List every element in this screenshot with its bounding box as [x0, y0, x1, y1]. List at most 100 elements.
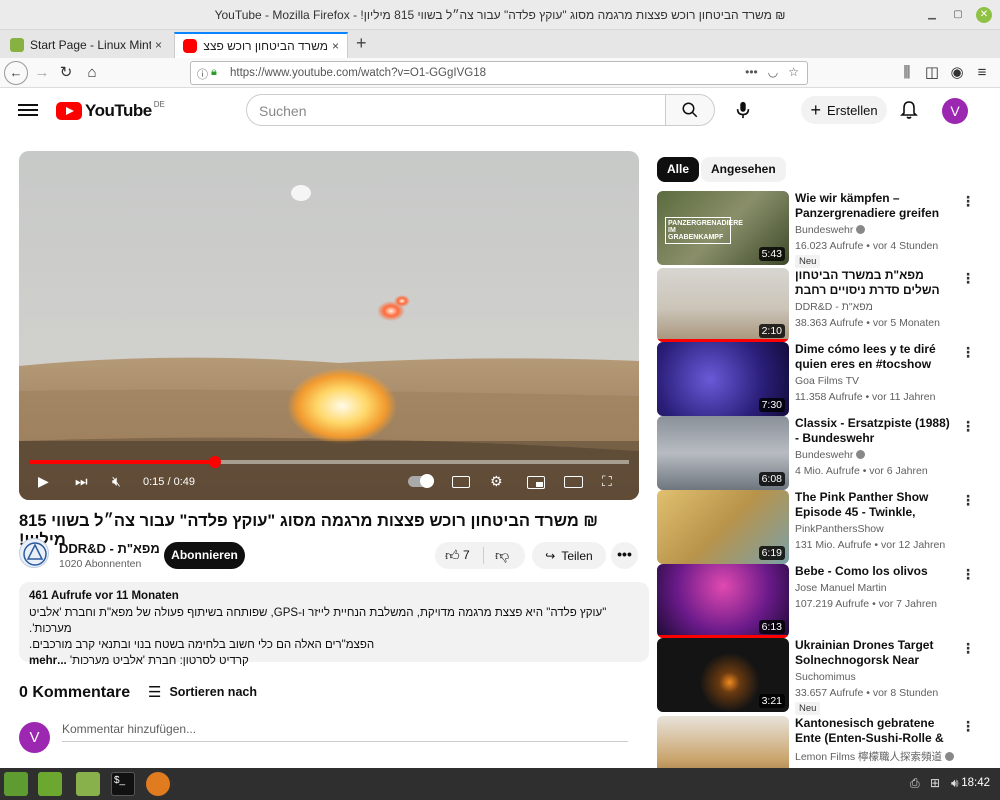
autoplay-toggle[interactable]	[408, 474, 434, 488]
recommendation-meta: 4 Mio. Aufrufe • vor 6 Jahren	[795, 465, 928, 477]
recommendation-title[interactable]: Ukrainian Drones Target Solnechnogorsk N…	[795, 638, 955, 668]
close-tab-icon[interactable]: ×	[332, 39, 339, 53]
page-actions-icon[interactable]: •••	[745, 65, 758, 79]
recommendation-item[interactable]: Kantonesisch gebratene Ente (Enten-Sushi…	[657, 716, 977, 768]
video-thumbnail[interactable]: 6:13	[657, 564, 789, 638]
show-more-link[interactable]: ...mehr	[29, 655, 67, 667]
like-icon[interactable]: 👍︎	[445, 547, 460, 564]
close-tab-icon[interactable]: ×	[155, 38, 162, 52]
terminal-icon[interactable]: $_	[111, 772, 135, 796]
menu-icon[interactable]: ≡	[970, 62, 994, 84]
recommendation-title[interactable]: Kantonesisch gebratene Ente (Enten-Sushi…	[795, 716, 955, 746]
recommendation-item[interactable]: 6:13 Bebe - Como los olivos Jose Manuel …	[657, 564, 977, 638]
share-button[interactable]: ↪ Teilen	[532, 542, 606, 569]
more-options-icon[interactable]: ⋮	[961, 344, 975, 361]
video-thumbnail[interactable]: 3:21	[657, 638, 789, 712]
theater-mode-icon[interactable]	[564, 476, 583, 488]
recommendation-title[interactable]: Bebe - Como los olivos	[795, 564, 955, 579]
files-icon[interactable]	[76, 772, 100, 796]
close-window-button[interactable]: ✕	[976, 7, 992, 23]
pocket-icon[interactable]: ◡	[768, 65, 778, 79]
next-video-icon[interactable]: ⏭︎	[75, 473, 88, 490]
mint-menu-icon[interactable]	[4, 772, 28, 796]
chip-all[interactable]: Alle	[657, 157, 700, 182]
video-description[interactable]: 461 Aufrufe vor 11 Monaten "עוקץ פלדה" ה…	[19, 582, 649, 667]
play-icon[interactable]: ▶	[38, 473, 49, 490]
firefox-icon[interactable]	[146, 772, 170, 796]
fullscreen-icon[interactable]: ⛶	[602, 473, 612, 490]
library-icon[interactable]: ⫼	[895, 62, 919, 84]
channel-avatar[interactable]	[19, 538, 49, 568]
dislike-icon[interactable]: 👎︎	[495, 547, 509, 564]
recommendation-item[interactable]: 6:19 The Pink Panther Show Episode 45 - …	[657, 490, 977, 564]
lock-icon[interactable]: 🔒︎	[211, 66, 217, 79]
progress-scrubber[interactable]	[209, 456, 221, 468]
recommendation-title[interactable]: Wie wir kämpfen – Panzergrenadiere greif…	[795, 191, 955, 221]
recommendation-title[interactable]: מפא"ת במשרד הביטחון השלים סדרת ניסויים ר…	[795, 268, 955, 298]
more-actions-button[interactable]: •••	[611, 542, 638, 569]
video-thumbnail[interactable]: 2:10	[657, 268, 789, 342]
recommendation-title[interactable]: The Pink Panther Show Episode 45 - Twink…	[795, 490, 955, 520]
forward-icon[interactable]: →	[30, 62, 54, 84]
back-icon[interactable]: ←	[4, 61, 28, 85]
user-avatar[interactable]: V	[942, 98, 968, 124]
notifications-bell-icon[interactable]	[900, 100, 918, 125]
recommendation-item[interactable]: 2:10 מפא"ת במשרד הביטחון השלים סדרת ניסו…	[657, 268, 977, 342]
recommendation-item[interactable]: 7:30 Dime cómo lees y te diré quien eres…	[657, 342, 977, 416]
more-options-icon[interactable]: ⋮	[961, 566, 975, 583]
subtitles-icon[interactable]	[452, 476, 470, 488]
subscribe-button[interactable]: Abonnieren	[164, 542, 245, 569]
recommendation-item[interactable]: 6:08 Classix - Ersatzpiste (1988) - Bund…	[657, 416, 977, 490]
tab-start-page[interactable]: Start Page - Linux Mint ×	[2, 32, 170, 58]
chip-watched[interactable]: Angesehen	[701, 157, 786, 182]
network-icon[interactable]: ⊞	[930, 776, 940, 790]
more-options-icon[interactable]: ⋮	[961, 418, 975, 435]
video-thumbnail[interactable]	[657, 716, 789, 768]
mute-icon[interactable]: 🔇︎	[112, 473, 121, 490]
maximize-button[interactable]: ▢	[950, 7, 966, 23]
more-options-icon[interactable]: ⋮	[961, 718, 975, 735]
search-button[interactable]	[665, 94, 715, 126]
account-icon[interactable]: ◉	[945, 62, 969, 84]
like-count[interactable]: 7	[463, 548, 470, 562]
recommendation-item[interactable]: PANZERGRENADIERE IM GRABENKAMPF 5:43 Wie…	[657, 191, 977, 268]
recommendation-title[interactable]: Classix - Ersatzpiste (1988) - Bundesweh…	[795, 416, 955, 446]
url-bar[interactable]: ⓘ 🔒︎ https://www.youtube.com/watch?v=O1-…	[190, 61, 808, 85]
microphone-icon[interactable]	[728, 94, 758, 126]
search-input[interactable]: Suchen	[246, 94, 666, 126]
show-desktop-icon[interactable]	[38, 772, 62, 796]
info-icon[interactable]: ⓘ	[197, 66, 208, 82]
miniplayer-icon[interactable]	[527, 476, 545, 489]
new-tab-icon[interactable]: +	[356, 33, 367, 54]
more-options-icon[interactable]: ⋮	[961, 193, 975, 210]
recommendation-meta: 16.023 Aufrufe • vor 4 Stunden	[795, 240, 939, 252]
video-player[interactable]	[19, 151, 639, 500]
create-button[interactable]: + Erstellen	[801, 96, 887, 124]
video-thumbnail[interactable]: 7:30	[657, 342, 789, 416]
bookmark-star-icon[interactable]: ☆	[788, 65, 799, 79]
minimize-button[interactable]: ▁	[924, 7, 940, 23]
reload-icon[interactable]: ↻	[54, 62, 78, 84]
more-options-icon[interactable]: ⋮	[961, 640, 975, 657]
channel-name[interactable]: DDR&D - מפא"ת	[59, 541, 160, 556]
hamburger-menu-icon[interactable]	[18, 101, 38, 119]
recommendation-item[interactable]: 3:21 Ukrainian Drones Target Solnechnogo…	[657, 638, 977, 715]
video-thumbnail[interactable]: 6:08	[657, 416, 789, 490]
video-thumbnail[interactable]: PANZERGRENADIERE IM GRABENKAMPF 5:43	[657, 191, 789, 265]
settings-gear-icon[interactable]: ⚙︎	[490, 473, 503, 490]
sort-comments-button[interactable]: ☰ Sortieren nach	[148, 683, 257, 701]
video-thumbnail[interactable]: 6:19	[657, 490, 789, 564]
more-options-icon[interactable]: ⋮	[961, 492, 975, 509]
recommendation-title[interactable]: Dime cómo lees y te diré quien eres en #…	[795, 342, 955, 372]
verified-icon	[945, 752, 955, 761]
comment-input[interactable]: Kommentar hinzufügen...	[62, 722, 628, 742]
home-icon[interactable]: ⌂	[80, 62, 104, 84]
printer-icon[interactable]: ⎙	[910, 776, 920, 791]
more-options-icon[interactable]: ⋮	[961, 270, 975, 287]
url-text[interactable]: https://www.youtube.com/watch?v=O1-GGgIV…	[230, 67, 486, 79]
sidebar-icon[interactable]: ◫	[920, 62, 944, 84]
video-progress-bar[interactable]	[29, 456, 629, 468]
tab-youtube[interactable]: משרד הביטחון רוכש פצצות מ ×	[174, 32, 348, 58]
youtube-logo[interactable]: YouTube DE	[56, 100, 165, 121]
volume-icon[interactable]: 🔊︎	[951, 776, 959, 791]
